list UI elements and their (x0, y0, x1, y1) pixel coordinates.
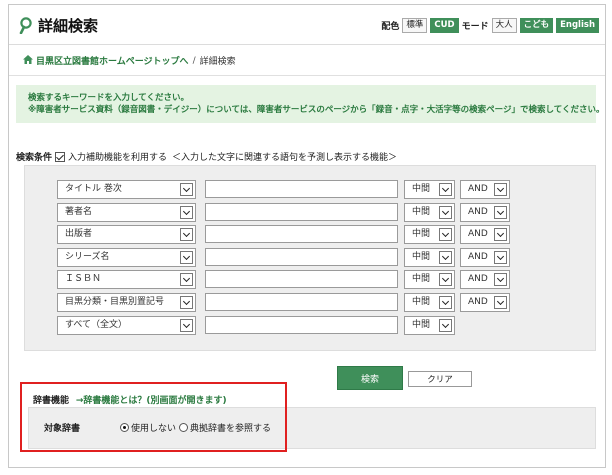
assist-checkbox[interactable] (55, 151, 66, 162)
match-select-3[interactable]: 中間 (404, 225, 455, 244)
chevron-down-icon (439, 183, 452, 196)
match-select-5[interactable]: 中間 (404, 270, 455, 289)
operator-select-5[interactable]: AND (460, 270, 510, 289)
breadcrumb: 目黒区立図書館ホームページトップへ / 詳細検索 (23, 54, 236, 67)
chevron-down-icon (494, 206, 507, 219)
chevron-down-icon (180, 251, 193, 264)
field-select-7-value: すべて（全文） (65, 320, 128, 330)
standard-color-button[interactable]: 標準 (402, 18, 428, 33)
field-select-1-value: タイトル 巻次 (65, 184, 122, 194)
adult-mode-button[interactable]: 大人 (491, 18, 517, 33)
operator-select-4-value: AND (468, 252, 488, 262)
chevron-down-icon (494, 251, 507, 264)
info-box: 検索するキーワードを入力してください。 ※障害者サービス資料（録音図書・デイジー… (16, 85, 605, 123)
keyword-input-4[interactable] (205, 248, 398, 266)
match-select-6[interactable]: 中間 (404, 293, 455, 312)
chevron-down-icon (439, 251, 452, 264)
chevron-down-icon (180, 273, 193, 286)
cud-color-button[interactable]: CUD (430, 18, 459, 33)
match-select-3-value: 中間 (412, 229, 431, 239)
breadcrumb-separator: / (192, 55, 196, 66)
operator-select-3[interactable]: AND (460, 225, 510, 244)
field-select-3-value: 出版者 (65, 229, 93, 239)
home-icon (23, 54, 33, 67)
chevron-down-icon (439, 319, 452, 332)
operator-select-2-value: AND (468, 207, 488, 217)
kids-mode-button[interactable]: こども (519, 18, 554, 33)
dictionary-highlight-box (20, 382, 287, 452)
chevron-down-icon (494, 228, 507, 241)
chevron-down-icon (439, 206, 452, 219)
magnifier-icon (19, 17, 33, 34)
info-line-1: 検索するキーワードを入力してください。 (28, 93, 189, 103)
operator-select-6-value: AND (468, 297, 488, 307)
chevron-down-icon (439, 228, 452, 241)
display-settings: 配色 標準 CUD モード 大人 こども English (381, 18, 599, 33)
chevron-down-icon (180, 319, 193, 332)
field-select-1[interactable]: タイトル 巻次 (57, 180, 196, 199)
field-select-5-value: ＩＳＢＮ (65, 274, 102, 284)
operator-select-1[interactable]: AND (460, 180, 510, 199)
match-select-4[interactable]: 中間 (404, 248, 455, 267)
operator-select-3-value: AND (468, 229, 488, 239)
chevron-down-icon (180, 296, 193, 309)
assist-note: ＜入力した文字に関連する語句を予測し表示する機能＞ (172, 153, 398, 163)
field-select-4-value: シリーズ名 (65, 252, 110, 262)
match-select-7-value: 中間 (412, 320, 431, 330)
keyword-input-2[interactable] (205, 203, 398, 221)
chevron-down-icon (494, 183, 507, 196)
match-select-1-value: 中間 (412, 184, 431, 194)
chevron-down-icon (439, 296, 452, 309)
chevron-down-icon (439, 273, 452, 286)
match-select-7[interactable]: 中間 (404, 316, 455, 335)
keyword-input-5[interactable] (205, 270, 398, 288)
conditions-heading: 検索条件 (16, 153, 53, 163)
operator-select-5-value: AND (468, 274, 488, 284)
mode-label: モード (461, 22, 489, 32)
match-select-6-value: 中間 (412, 297, 431, 307)
info-line-2: ※障害者サービス資料（録音図書・デイジー）については、障害者サービスのページから… (28, 105, 605, 115)
conditions-heading-row: 検索条件 入力補助機能を利用する ＜入力した文字に関連する語句を予測し表示する機… (16, 150, 397, 163)
operator-select-6[interactable]: AND (460, 293, 510, 312)
keyword-input-6[interactable] (205, 293, 398, 311)
assist-label: 入力補助機能を利用する (68, 153, 168, 163)
breadcrumb-current: 詳細検索 (199, 57, 236, 67)
field-select-2-value: 著者名 (65, 207, 93, 217)
match-select-5-value: 中間 (412, 274, 431, 284)
chevron-down-icon (180, 183, 193, 196)
operator-select-4[interactable]: AND (460, 248, 510, 267)
chevron-down-icon (180, 228, 193, 241)
clear-button[interactable]: クリア (408, 371, 472, 387)
field-select-6[interactable]: 目黒分類・目黒別置記号 (57, 293, 196, 312)
search-button[interactable]: 検索 (337, 366, 403, 390)
keyword-input-7[interactable] (205, 316, 398, 334)
english-button[interactable]: English (556, 18, 599, 33)
field-select-5[interactable]: ＩＳＢＮ (57, 270, 196, 289)
title-area: 詳細検索 (19, 15, 98, 36)
chevron-down-icon (180, 206, 193, 219)
page-header: 詳細検索 配色 標準 CUD モード 大人 こども English (9, 5, 605, 45)
match-select-4-value: 中間 (412, 252, 431, 262)
breadcrumb-divider (9, 75, 605, 76)
field-select-3[interactable]: 出版者 (57, 225, 196, 244)
breadcrumb-home-link[interactable]: 目黒区立図書館ホームページトップへ (36, 54, 189, 67)
field-select-7[interactable]: すべて（全文） (57, 316, 196, 335)
page-title: 詳細検索 (38, 17, 99, 35)
keyword-input-3[interactable] (205, 225, 398, 243)
match-select-1[interactable]: 中間 (404, 180, 455, 199)
match-select-2-value: 中間 (412, 207, 431, 217)
field-select-6-value: 目黒分類・目黒別置記号 (65, 297, 165, 307)
chevron-down-icon (494, 273, 507, 286)
field-select-4[interactable]: シリーズ名 (57, 248, 196, 267)
match-select-2[interactable]: 中間 (404, 203, 455, 222)
operator-select-1-value: AND (468, 184, 488, 194)
color-scheme-label: 配色 (381, 22, 400, 32)
keyword-input-1[interactable] (205, 180, 398, 198)
field-select-2[interactable]: 著者名 (57, 203, 196, 222)
chevron-down-icon (494, 296, 507, 309)
operator-select-2[interactable]: AND (460, 203, 510, 222)
